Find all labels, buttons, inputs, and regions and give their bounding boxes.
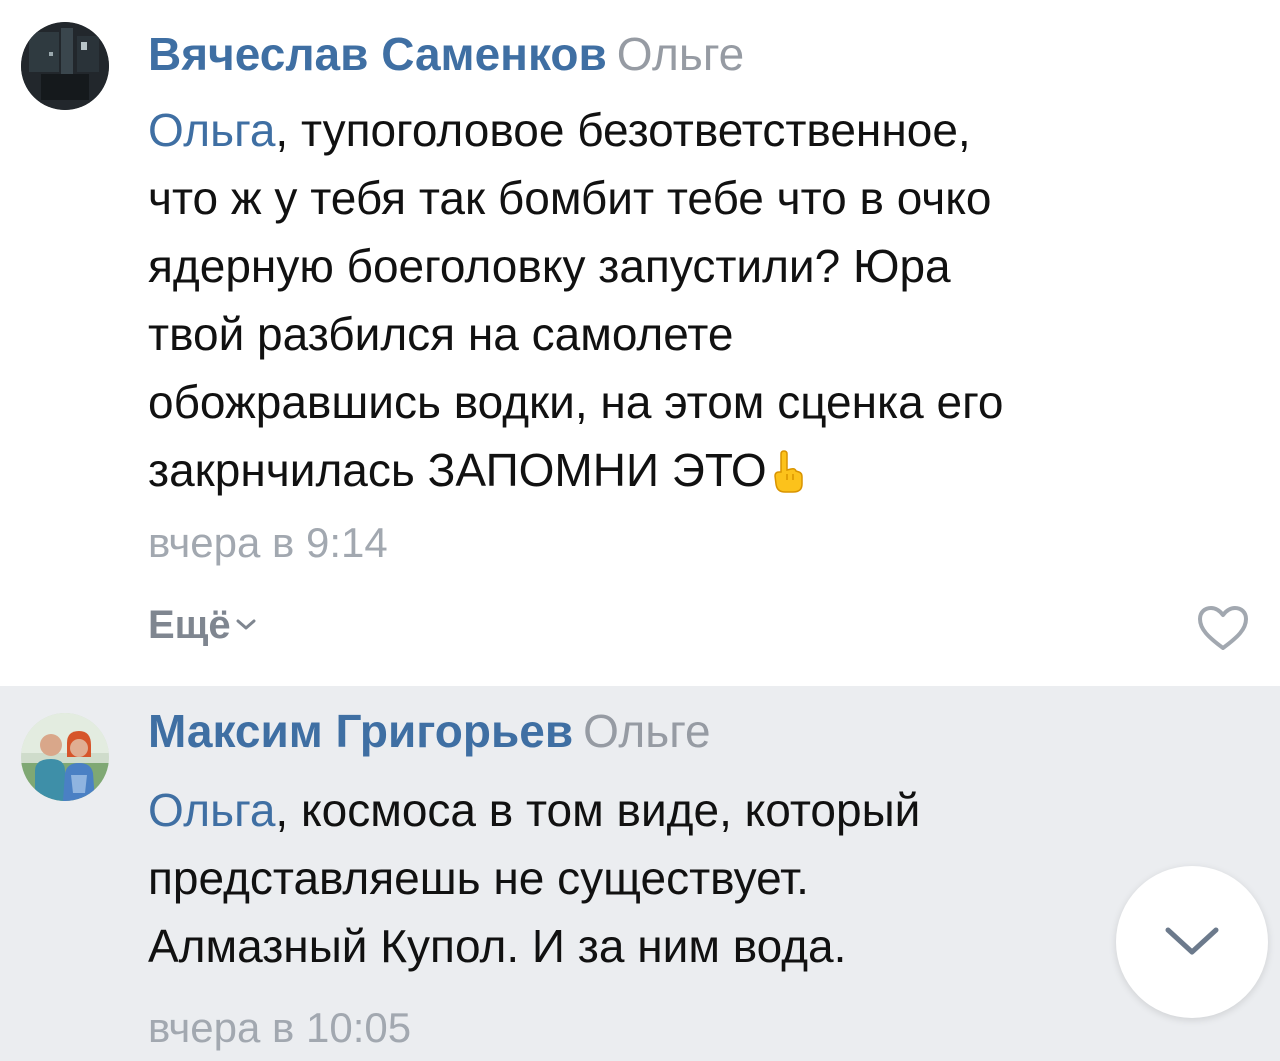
comment-text-line: что ж у тебя так бомбит тебе что в очко <box>148 172 992 224</box>
comment-text-line: твой разбился на самолете <box>148 308 734 360</box>
heart-icon <box>1198 606 1248 650</box>
show-more-label: Ещё <box>148 603 231 647</box>
comment-timestamp: вчера в 10:05 <box>148 1004 412 1051</box>
reply-to-label[interactable]: Ольге <box>617 28 744 80</box>
author-name[interactable]: Максим Григорьев <box>148 705 573 757</box>
chevron-down-icon <box>236 619 256 630</box>
pointing-up-icon <box>771 444 805 493</box>
comment-header: Вячеслав Саменков Ольге <box>148 26 744 82</box>
avatar[interactable] <box>21 713 109 801</box>
comment-text-line: закрнчилась ЗАПОМНИ ЭТО <box>148 444 767 496</box>
scroll-down-button[interactable] <box>1116 866 1268 1018</box>
author-name[interactable]: Вячеслав Саменков <box>148 28 607 80</box>
show-more-button[interactable]: Ещё <box>148 600 257 650</box>
comment-text-line: представляешь не существует. <box>148 852 809 904</box>
comment-timestamp: вчера в 9:14 <box>148 519 388 566</box>
comment-text-line: ядерную боеголовку запустили? Юра <box>148 240 951 292</box>
like-button[interactable] <box>1196 604 1250 652</box>
comment-text-line: , тупоголовое безответственное, <box>275 104 971 156</box>
comment-text-line: , космоса в том виде, который <box>275 784 921 836</box>
comment-item: Максим Григорьев Ольге Ольга, космоса в т… <box>0 686 1280 1061</box>
reply-to-label[interactable]: Ольге <box>583 705 710 757</box>
mention-link[interactable]: Ольга <box>148 784 275 836</box>
comment-text-line: обожравшись водки, на этом сценка его <box>148 376 1004 428</box>
comment-item: Вячеслав Саменков Ольге Ольга, тупоголово… <box>0 0 1280 686</box>
comment-text-line: Алмазный Купол. И за ним вода. <box>148 920 847 972</box>
comment-header: Максим Григорьев Ольге <box>148 703 711 759</box>
avatar[interactable] <box>21 22 109 110</box>
comment-text: Ольга, космоса в том виде, который предс… <box>148 776 1248 980</box>
chevron-down-icon <box>1165 927 1219 955</box>
mention-link[interactable]: Ольга <box>148 104 275 156</box>
comment-text: Ольга, тупоголовое безответственное, что… <box>148 96 1248 504</box>
